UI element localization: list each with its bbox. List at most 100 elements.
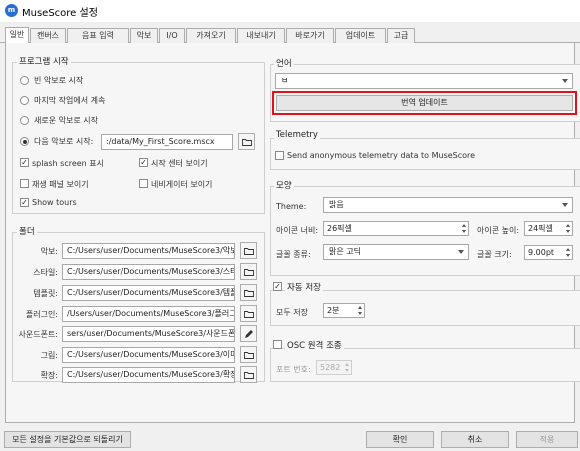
spin-up-icon xyxy=(462,224,466,227)
telemetry-label: Send anonymous telemetry data to MuseSco… xyxy=(287,151,476,160)
chevron-down-icon xyxy=(562,79,568,83)
tab-import[interactable]: 가져오기 xyxy=(186,28,236,43)
chevron-down-icon xyxy=(458,250,464,254)
tab-io[interactable]: I/O xyxy=(159,28,185,43)
osc-title: OSC 원격 조종 xyxy=(285,339,344,351)
folder-icon xyxy=(244,269,254,276)
folder-label-soundfonts: 사운드폰트: xyxy=(18,330,59,339)
start-center-checkbox[interactable]: ✓ xyxy=(139,158,148,167)
start-empty-label: 빈 악보로 시작 xyxy=(34,76,84,85)
folder-label-templates: 템플릿: xyxy=(33,289,58,298)
language-select[interactable]: ㅂ xyxy=(275,73,573,89)
soundfont-edit-button[interactable] xyxy=(240,325,257,342)
osc-port-label: 포트 번호: xyxy=(276,365,311,374)
font-family-select[interactable]: 맑은 고딕 xyxy=(323,244,469,260)
reset-defaults-button[interactable]: 모든 설정을 기본값으로 되돌리기 xyxy=(4,431,131,448)
spin-up-icon xyxy=(566,224,570,227)
theme-select[interactable]: 밝음 xyxy=(323,197,573,213)
tab-advanced[interactable]: 고급 xyxy=(387,28,415,43)
osc-port-value: 5282 xyxy=(320,363,341,372)
tab-canvas[interactable]: 캔버스 xyxy=(30,28,66,43)
folder-label-plugins: 플러그인: xyxy=(25,310,58,319)
icon-height-spinbox[interactable]: 24픽셀 xyxy=(524,221,573,236)
language-title: 언어 xyxy=(274,57,294,69)
chevron-down-icon xyxy=(562,203,568,207)
navigator-checkbox[interactable] xyxy=(139,179,148,188)
folder-path-templates[interactable]: C:/Users/user/Documents/MuseScore3/템플릿 xyxy=(62,285,235,301)
program-start-title: 프로그램 시작 xyxy=(17,55,71,67)
tab-update[interactable]: 업데이트 xyxy=(335,28,386,43)
folder-icon xyxy=(242,139,252,146)
tab-bar: 일반 캔버스 음표 입력 악보 I/O 가져오기 내보내기 바로가기 업데이트 … xyxy=(0,27,580,43)
play-panel-label: 재생 패널 보이기 xyxy=(32,180,89,189)
start-continue-label: 마지막 작업에서 계속 xyxy=(34,96,106,105)
start-score-folder-button[interactable] xyxy=(238,133,255,150)
autosave-group xyxy=(270,290,580,326)
theme-value: 밝음 xyxy=(329,200,344,209)
spin-down-icon xyxy=(566,230,570,233)
splash-label: splash screen 표시 xyxy=(32,159,105,168)
tab-general[interactable]: 일반 xyxy=(5,27,29,43)
tab-shortcuts[interactable]: 바로가기 xyxy=(286,28,334,43)
play-panel-checkbox[interactable] xyxy=(20,179,29,188)
start-continue-radio[interactable] xyxy=(20,96,29,105)
folder-button-scores[interactable] xyxy=(240,242,257,259)
icon-width-label: 아이콘 너비: xyxy=(276,226,319,235)
folder-button-styles[interactable] xyxy=(240,263,257,280)
folder-label-images: 그림: xyxy=(40,351,58,360)
folder-path-extensions[interactable]: C:/Users/user/Documents/MuseScore3/확장 xyxy=(62,367,235,383)
window-title: MuseScore 설정 xyxy=(22,8,98,19)
icon-height-label: 아이콘 높이: xyxy=(477,226,520,235)
title-bar: m MuseScore 설정 xyxy=(0,0,580,22)
spin-down-icon xyxy=(345,369,349,372)
start-empty-radio[interactable] xyxy=(20,76,29,85)
icon-width-value: 26픽셀 xyxy=(327,224,352,233)
folder-path-plugins[interactable]: /Users/user/Documents/MuseScore3/플러그인 xyxy=(62,306,235,322)
cancel-button[interactable]: 취소 xyxy=(441,431,509,448)
tab-note-input[interactable]: 음표 입력 xyxy=(67,28,129,43)
folder-icon xyxy=(244,248,254,255)
folder-label-scores: 악보: xyxy=(40,247,58,256)
osc-checkbox[interactable] xyxy=(273,340,282,349)
telemetry-checkbox[interactable] xyxy=(275,151,284,160)
start-score-radio[interactable] xyxy=(20,137,29,146)
folder-path-scores[interactable]: C:/Users/user/Documents/MuseScore3/악보들 xyxy=(62,243,235,259)
start-center-label: 시작 센터 보이기 xyxy=(151,159,208,168)
osc-port-spinbox[interactable]: 5282 xyxy=(316,360,352,375)
tab-export[interactable]: 내보내기 xyxy=(237,28,285,43)
folder-path-soundfonts[interactable]: sers/user/Documents/MuseScore3/사운드폰트 xyxy=(62,326,235,342)
autosave-interval-spinbox[interactable]: 2분 xyxy=(323,303,365,318)
folder-button-templates[interactable] xyxy=(240,284,257,301)
language-value: ㅂ xyxy=(281,76,289,85)
folder-button-plugins[interactable] xyxy=(240,305,257,322)
autosave-interval-value: 2분 xyxy=(327,306,340,315)
folder-button-extensions[interactable] xyxy=(240,366,257,383)
splash-checkbox[interactable]: ✓ xyxy=(20,158,29,167)
navigator-label: 네비게이터 보이기 xyxy=(151,180,213,189)
start-new-radio[interactable] xyxy=(20,116,29,125)
folder-path-styles[interactable]: C:/Users/user/Documents/MuseScore3/스타일 xyxy=(62,264,235,280)
appearance-title: 모양 xyxy=(274,179,294,191)
start-score-path-field[interactable]: :/data/My_First_Score.mscx xyxy=(101,134,233,150)
pencil-icon xyxy=(245,330,253,338)
telemetry-title: Telemetry xyxy=(274,130,320,140)
ok-button[interactable]: 확인 xyxy=(366,431,434,448)
font-family-value: 맑은 고딕 xyxy=(329,247,361,256)
font-size-spinbox[interactable]: 9.00pt xyxy=(524,245,573,260)
apply-button[interactable]: 적용 xyxy=(516,431,578,448)
musescore-app-icon: m xyxy=(5,4,18,17)
autosave-title: 자동 저장 xyxy=(285,281,323,293)
icon-width-spinbox[interactable]: 26픽셀 xyxy=(323,221,469,236)
show-tours-checkbox[interactable]: ✓ xyxy=(20,198,29,207)
start-score-label: 다음 악보로 시작: xyxy=(34,137,94,146)
tab-score[interactable]: 악보 xyxy=(130,28,158,43)
update-translations-button[interactable]: 번역 업데이트 xyxy=(276,95,573,111)
folder-button-images[interactable] xyxy=(240,346,257,363)
autosave-every-label: 모두 저장 xyxy=(276,308,308,317)
folder-path-images[interactable]: C:/Users/user/Documents/MuseScore3/이미지 xyxy=(62,347,235,363)
spin-down-icon xyxy=(358,312,362,315)
folder-label-extensions: 확장: xyxy=(40,371,58,380)
folder-icon xyxy=(244,352,254,359)
font-size-label: 글꼴 크기: xyxy=(477,250,512,259)
autosave-checkbox[interactable]: ✓ xyxy=(273,282,282,291)
